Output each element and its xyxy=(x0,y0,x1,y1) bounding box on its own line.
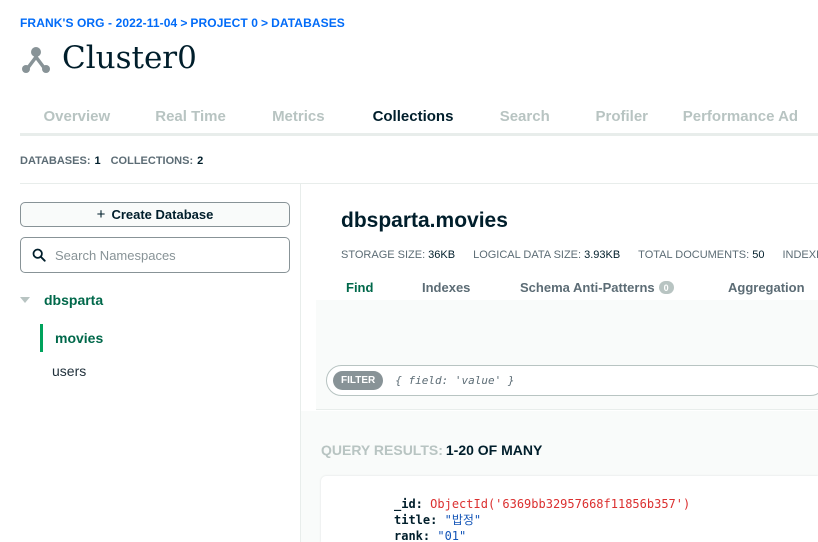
tab-real-time[interactable]: Real Time xyxy=(134,100,248,133)
databases-count-label: DATABASES: xyxy=(20,155,91,167)
total-documents-label: TOTAL DOCUMENTS: xyxy=(638,249,750,261)
breadcrumb: FRANK'S ORG - 2022-11-04 > PROJECT 0 > DATAB… xyxy=(20,16,345,30)
create-database-button[interactable]: + Create Database xyxy=(20,202,290,227)
tab-overview[interactable]: Overview xyxy=(20,100,134,133)
tab-collections[interactable]: Collections xyxy=(349,100,476,133)
filter-bar: FILTER xyxy=(326,365,818,396)
tab-schema-anti-patterns[interactable]: Schema Anti-Patterns 0 xyxy=(520,280,728,295)
collections-count-label: COLLECTIONS: xyxy=(110,155,194,167)
tab-find[interactable]: Find xyxy=(346,280,422,295)
cluster-header: Cluster0 xyxy=(20,40,197,76)
namespace-title: dbsparta.movies xyxy=(341,209,508,232)
document-field-id: _id: ObjectId('6369bb32957668f11856b357'… xyxy=(394,496,818,512)
indexes-label: INDEXE xyxy=(782,249,818,261)
tab-aggregation[interactable]: Aggregation xyxy=(728,280,805,295)
cluster-tabs: Overview Real Time Metrics Collections S… xyxy=(20,100,818,136)
search-icon xyxy=(32,248,46,262)
query-results-summary: QUERY RESULTS: 1-20 OF MANY xyxy=(321,442,542,458)
logical-size-value: 3.93KB xyxy=(584,249,621,261)
tab-indexes[interactable]: Indexes xyxy=(422,280,520,295)
search-namespaces-box xyxy=(20,237,290,273)
create-database-label: Create Database xyxy=(111,207,214,222)
tab-profiler[interactable]: Profiler xyxy=(573,100,671,133)
sidebar-collection-users[interactable]: users xyxy=(52,363,86,379)
filter-label[interactable]: FILTER xyxy=(333,371,384,390)
plus-icon: + xyxy=(96,206,106,223)
search-namespaces-input[interactable] xyxy=(55,247,255,263)
cluster-stats: DATABASES: 1 COLLECTIONS: 2 xyxy=(20,155,213,167)
caret-down-icon[interactable] xyxy=(20,297,30,303)
storage-size-value: 36KB xyxy=(428,249,456,261)
breadcrumb-project[interactable]: PROJECT 0 xyxy=(190,16,258,30)
storage-size-label: STORAGE SIZE: xyxy=(341,249,426,261)
breadcrumb-separator: > xyxy=(261,16,269,30)
tab-metrics[interactable]: Metrics xyxy=(247,100,349,133)
filter-input[interactable] xyxy=(395,374,776,387)
schema-anti-patterns-label: Schema Anti-Patterns xyxy=(520,280,655,295)
databases-count: 1 xyxy=(94,155,101,167)
sidebar-database-dbsparta[interactable]: dbsparta xyxy=(20,292,103,308)
breadcrumb-separator: > xyxy=(180,16,188,30)
breadcrumb-databases[interactable]: DATABASES xyxy=(271,16,345,30)
database-name: dbsparta xyxy=(44,292,104,308)
collection-tabs: Find Indexes Schema Anti-Patterns 0 Aggr… xyxy=(346,280,805,295)
field-key: rank: xyxy=(394,529,431,542)
divider xyxy=(20,183,818,184)
logical-size-label: LOGICAL DATA SIZE: xyxy=(473,249,582,261)
collections-count: 2 xyxy=(197,155,204,167)
document-field-title: title: "밥정" xyxy=(394,512,818,528)
tab-search[interactable]: Search xyxy=(477,100,573,133)
document-field-rank: rank: "01" xyxy=(394,528,818,542)
schema-count-badge: 0 xyxy=(658,281,674,294)
document-card[interactable]: _id: ObjectId('6369bb32957668f11856b357'… xyxy=(321,476,818,542)
total-documents-value: 50 xyxy=(752,249,765,261)
tab-performance-advisor[interactable]: Performance Ad xyxy=(671,100,818,133)
query-results-count: 1-20 OF MANY xyxy=(445,442,543,458)
query-results-label: QUERY RESULTS: xyxy=(321,442,443,458)
field-value: "01" xyxy=(437,529,467,542)
sidebar-collection-movies[interactable]: movies xyxy=(40,324,103,352)
field-value: ObjectId('6369bb32957668f11856b357') xyxy=(430,497,691,511)
cluster-title: Cluster0 xyxy=(62,40,197,76)
field-value: "밥정" xyxy=(444,513,482,527)
cluster-icon xyxy=(22,47,50,73)
namespace-stats: STORAGE SIZE: 36KB LOGICAL DATA SIZE: 3.93K… xyxy=(341,249,818,261)
field-key: _id: xyxy=(394,497,423,511)
field-key: title: xyxy=(394,513,438,527)
breadcrumb-org[interactable]: FRANK'S ORG - 2022-11-04 xyxy=(20,16,177,30)
